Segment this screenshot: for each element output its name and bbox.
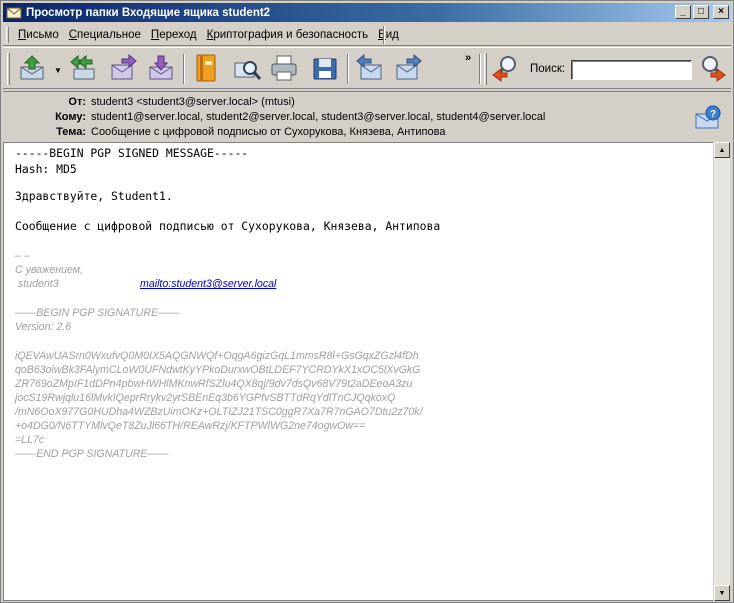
search-back-icon [492, 56, 516, 82]
signature-name: student3 [15, 278, 59, 290]
forward-icon [111, 53, 137, 80]
next-message-button[interactable] [392, 52, 424, 84]
previous-message-button[interactable] [354, 52, 386, 84]
reply-all-icon [70, 54, 95, 80]
title-bar[interactable]: Просмотр папки Входящие ящика student2 _… [3, 3, 731, 22]
save-button[interactable] [309, 52, 341, 84]
search-next-button[interactable] [696, 52, 728, 84]
search-messages-button[interactable] [231, 52, 263, 84]
previous-message-icon [356, 53, 382, 80]
get-mail-dropdown-icon[interactable]: ▼ [54, 66, 62, 75]
search-input[interactable] [571, 60, 692, 80]
signature-mailto-link[interactable]: mailto:student3@server.local [140, 277, 276, 291]
window-title: Просмотр папки Входящие ящика student2 [26, 6, 271, 19]
from-value[interactable]: student3 <student3@server.local> (mtusi) [91, 96, 295, 108]
toolbar-grip[interactable] [484, 53, 487, 85]
minimize-button[interactable]: _ [675, 5, 691, 19]
vertical-scrollbar[interactable]: ▲ ▼ [713, 142, 730, 601]
menubar-grip[interactable] [6, 26, 9, 43]
toolbar-separator [183, 54, 185, 84]
toolbar-separator [347, 54, 349, 84]
pgp-version: Version: 2.6 [15, 321, 72, 333]
move-message-icon [149, 55, 173, 80]
save-mail-icon [313, 58, 337, 80]
next-message-icon [396, 53, 422, 80]
search-label: Поиск: [530, 63, 566, 75]
to-label: Кому: [55, 111, 86, 123]
message-text: Сообщение с цифровой подписью от Сухорук… [15, 219, 441, 233]
print-button[interactable] [268, 52, 300, 84]
printer-icon [271, 55, 297, 81]
message-headers: От: student3 <student3@server.local> (mt… [3, 91, 731, 142]
pgp-signature-line: jocS19Rwjqlu16lMvkIQeprRrykv2yrSBEnEq3b6… [15, 392, 396, 404]
forward-button[interactable] [107, 52, 139, 84]
pgp-begin-line: -----BEGIN PGP SIGNED MESSAGE----- [15, 146, 249, 160]
close-button[interactable]: × [713, 5, 729, 19]
reply-all-button[interactable] [67, 52, 99, 84]
menu-view[interactable]: Вид [373, 27, 404, 43]
scroll-down-button[interactable]: ▼ [714, 585, 730, 601]
menu-special[interactable]: Специальное [64, 27, 146, 43]
pgp-signature-end: ——END PGP SIGNATURE—— [15, 448, 169, 460]
svg-text:?: ? [710, 109, 716, 120]
pgp-signature-line: ZR769oZMpIF1dDPn4pbwHWHlMKnwRfSZlu4QX8qj… [15, 378, 413, 390]
pgp-signature-line: =LL7c [15, 434, 45, 446]
pgp-signature-begin: ——BEGIN PGP SIGNATURE—— [15, 307, 180, 319]
menubar-separator [383, 26, 385, 44]
toolbar-separator [479, 54, 481, 84]
pgp-signature-line: +o4DG0/N6TTYMlvQeT8ZuJl66TH/REAwRzj/KFTP… [15, 420, 366, 432]
scroll-up-button[interactable]: ▲ [714, 142, 730, 158]
subject-value: Сообщение с цифровой подписью от Сухорук… [91, 126, 446, 138]
menu-go[interactable]: Переход [146, 27, 202, 43]
contact-card-icon[interactable]: ? [693, 104, 723, 132]
greeting-line: Здравствуйте, Student1. [15, 189, 173, 203]
pgp-signature-line: iQEVAwUASrn0WxufvQ0M0IX5AQGNWQf+OqgA6giz… [15, 350, 419, 362]
envelope-app-icon [6, 7, 22, 18]
from-label: От: [68, 96, 86, 108]
search-prev-button[interactable] [490, 52, 522, 84]
move-button[interactable] [145, 52, 177, 84]
toolbar-grip[interactable] [7, 53, 10, 85]
app-window: Просмотр папки Входящие ящика student2 _… [0, 0, 734, 603]
signature-regards: С уважением, [15, 264, 83, 276]
menu-message[interactable]: Письмо [13, 27, 64, 43]
address-book-icon [196, 54, 216, 82]
subject-label: Тема: [56, 126, 86, 138]
pgp-signature-line: qoB63oiwBk3FAlymCLoW0UFNdwtKyYPkoDurxwOB… [15, 364, 421, 376]
maximize-button[interactable]: □ [693, 5, 709, 19]
menu-crypto[interactable]: Криптография и безопасность [202, 27, 373, 43]
toolbar-overflow-chevron[interactable]: » [465, 52, 471, 64]
toolbar: ▼ » Поиск: [3, 47, 731, 89]
pgp-hash-line: Hash: MD5 [15, 162, 77, 176]
message-body[interactable]: -----BEGIN PGP SIGNED MESSAGE----- Hash:… [3, 142, 714, 601]
menu-bar: Письмо Специальное Переход Криптография … [3, 24, 731, 46]
search-mail-icon [234, 61, 262, 80]
get-mail-button[interactable] [16, 52, 48, 84]
address-book-button[interactable] [190, 52, 222, 84]
search-forward-icon [702, 56, 726, 82]
get-mail-icon [20, 55, 44, 80]
pgp-signature-line: /mN6OoX977G0HUDha4WZBzUimOKz+OLTIZJ21TSC… [15, 406, 423, 418]
signature-dash: – – [15, 250, 30, 262]
to-value[interactable]: student1@server.local, student2@server.l… [91, 111, 545, 123]
